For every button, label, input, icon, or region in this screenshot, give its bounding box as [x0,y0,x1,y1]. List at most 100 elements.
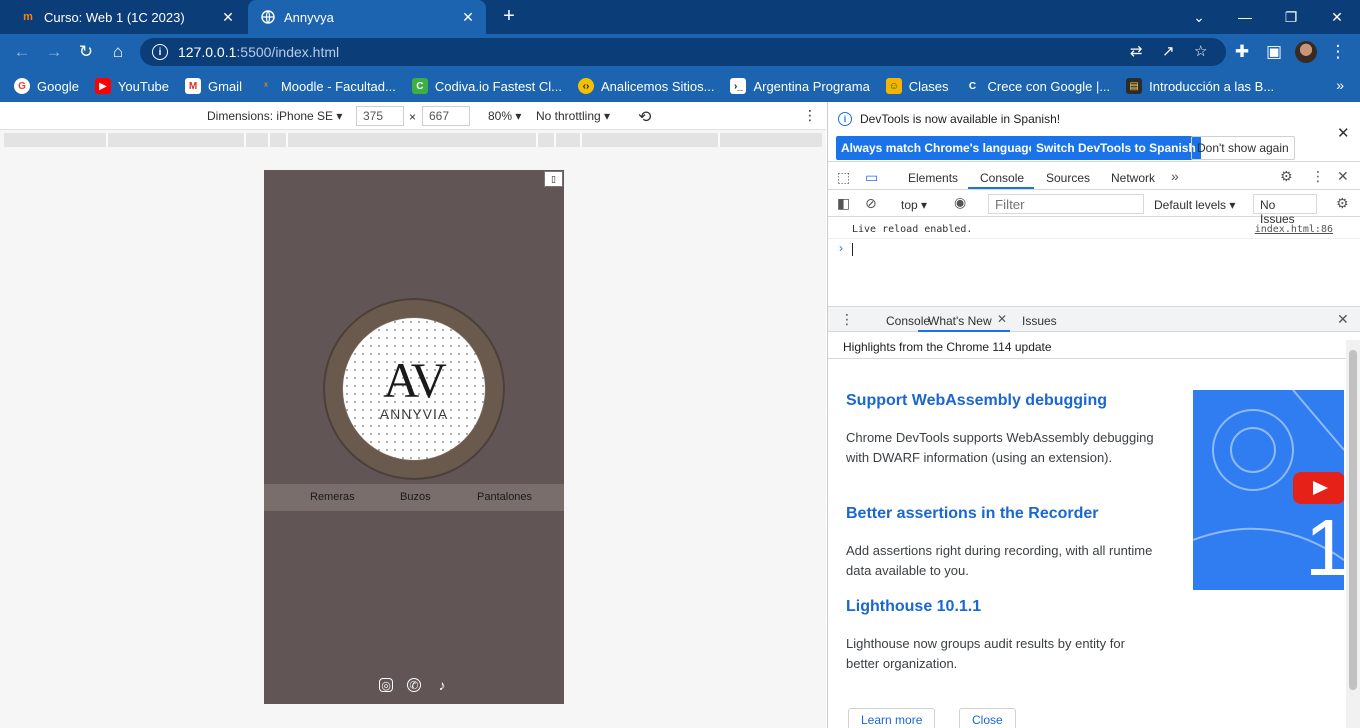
drawer-tab-whats-new[interactable]: What's New [928,314,992,328]
console-filter-input[interactable] [988,194,1144,214]
drawer-menu-icon[interactable]: ⋮ [840,311,854,328]
feature-title[interactable]: Better assertions in the Recorder [846,505,1099,523]
context-dropdown[interactable]: top ▾ [901,198,927,212]
bookmark-analicemos[interactable]: ‹› Analicemos Sitios... [578,78,714,94]
drawer-active-indicator [918,330,1010,332]
tab-curso[interactable]: m Curso: Web 1 (1C 2023) ✕ [8,0,246,34]
moodle-favicon-icon: m [23,11,33,23]
instagram-icon[interactable]: ◎ [379,678,393,692]
brand-logo: AV ANNYVIA [323,298,505,480]
media-query-ruler[interactable] [4,133,822,147]
drawer-tab-close-icon[interactable]: ✕ [997,312,1007,326]
whats-new-scrollbar[interactable] [1346,340,1360,728]
bookmark-star-icon[interactable]: ☆ [1194,42,1207,60]
bookmark-google[interactable]: G Google [14,78,79,94]
bookmark-gmail[interactable]: M Gmail [185,78,242,94]
close-whats-new-button[interactable]: Close [959,708,1016,728]
clear-console-icon[interactable]: ⊘ [865,195,877,212]
tab-annyvya[interactable]: Annyvya ✕ [248,0,486,34]
zoom-dropdown[interactable]: 80% ▾ [488,109,521,123]
menu-kebab-icon[interactable]: ⋮ [1326,40,1350,64]
address-bar[interactable]: i 127.0.0.1:5500/index.html ⇄ ↗ ☆ [140,38,1226,66]
issues-badge[interactable]: No Issues [1253,194,1317,226]
tab-close-icon[interactable]: ✕ [460,9,476,26]
ruler-divider [554,133,556,147]
ruler-divider [718,133,720,147]
drawer-tab-console[interactable]: Console [886,314,930,328]
device-height-input[interactable] [422,106,470,126]
translate-icon[interactable]: ⇄ [1130,42,1143,60]
active-tab-indicator [968,187,1034,189]
feature-title[interactable]: Support WebAssembly debugging [846,392,1107,410]
log-source-link[interactable]: index.html:86 [1255,224,1333,235]
site-info-icon[interactable]: i [152,44,168,60]
tab-sources[interactable]: Sources [1046,171,1090,185]
extensions-icon[interactable]: ✚ [1230,40,1254,64]
device-toolbar-more-icon[interactable]: ⋮ [803,107,817,124]
settings-gear-icon[interactable]: ⚙ [1280,168,1293,185]
youtube-play-icon[interactable] [1293,472,1344,504]
throttling-dropdown[interactable]: No throttling ▾ [536,109,610,123]
bookmarks-overflow-icon[interactable]: » [1336,77,1344,93]
side-panel-icon[interactable]: ▣ [1262,40,1286,64]
bookmark-clases[interactable]: ☺ Clases [885,78,949,94]
social-links: ◎ ✆ ♪ [264,677,564,693]
new-tab-button[interactable]: + [498,6,520,28]
log-levels-dropdown[interactable]: Default levels ▾ [1154,198,1235,212]
share-icon[interactable]: ↗ [1162,42,1175,60]
menu-toggle-button[interactable]: ▯ [544,171,563,187]
restore-button[interactable]: ❐ [1268,0,1314,34]
bookmark-codiva[interactable]: C Codiva.io Fastest Cl... [411,78,562,94]
nav-link-remeras[interactable]: Remeras [310,491,355,503]
dimension-separator: × [409,110,417,124]
tab-console[interactable]: Console [980,171,1024,185]
feature-title[interactable]: Lighthouse 10.1.1 [846,598,981,616]
switch-spanish-button[interactable]: Switch DevTools to Spanish [1031,136,1201,160]
bookmark-introduccion[interactable]: ▤ Introducción a las B... [1126,78,1274,94]
device-width-input[interactable] [356,106,404,126]
rotate-icon[interactable]: ⟲ [638,107,651,127]
device-dimensions-dropdown[interactable]: Dimensions: iPhone SE ▾ [207,109,342,123]
console-input-caret[interactable] [852,243,853,256]
tiktok-icon[interactable]: ♪ [435,677,449,693]
forward-button[interactable]: → [42,40,66,64]
profile-avatar[interactable] [1295,41,1317,63]
minimize-button[interactable]: — [1222,0,1268,34]
console-settings-icon[interactable]: ⚙ [1336,195,1349,212]
drawer-tab-issues[interactable]: Issues [1022,314,1057,328]
match-language-button[interactable]: Always match Chrome's language [836,136,1041,160]
tab-search-chevron-icon[interactable]: ⌄ [1176,0,1222,34]
eye-icon[interactable]: ◉ [954,194,966,211]
learn-more-button[interactable]: Learn more [848,708,936,728]
reload-button[interactable]: ↻ [74,40,98,64]
dont-show-again-button[interactable]: Don't show again [1191,136,1295,160]
infobar-close-icon[interactable]: ✕ [1337,124,1350,142]
close-window-button[interactable]: ✕ [1314,0,1360,34]
nav-link-pantalones[interactable]: Pantalones [477,491,532,503]
url-host: 127.0.0.1 [178,44,237,60]
nav-link-buzos[interactable]: Buzos [400,491,431,503]
tab-elements[interactable]: Elements [908,171,958,185]
tab-network[interactable]: Network [1111,171,1155,185]
tab-close-icon[interactable]: ✕ [220,9,236,26]
bookmark-argentina-programa[interactable]: ›_ Argentina Programa [730,78,870,94]
bookmark-crece[interactable]: C Crece con Google |... [964,78,1110,94]
back-button[interactable]: ← [10,40,34,64]
logo-initials: AV [383,352,447,408]
inspect-element-icon[interactable]: ⬚ [837,169,850,186]
video-thumbnail[interactable]: 1 [1193,390,1344,590]
logo-badge: AV ANNYVIA [343,318,485,460]
bookmark-moodle[interactable]: ˣ Moodle - Facultad... [257,78,396,94]
moodle-icon: ˣ [257,78,274,94]
drawer-close-icon[interactable]: ✕ [1337,311,1349,328]
home-button[interactable]: ⌂ [106,40,130,64]
ruler-divider [106,133,108,147]
bookmark-youtube[interactable]: ▶ YouTube [94,78,169,94]
whatsapp-icon[interactable]: ✆ [407,678,421,692]
devtools-more-icon[interactable]: ⋮ [1311,168,1325,185]
more-tabs-icon[interactable]: » [1171,168,1179,184]
device-toggle-icon[interactable]: ▭ [865,169,878,186]
devtools-close-icon[interactable]: ✕ [1337,168,1349,185]
console-sidebar-icon[interactable]: ◧ [837,195,850,212]
scrollbar-thumb[interactable] [1349,350,1357,690]
